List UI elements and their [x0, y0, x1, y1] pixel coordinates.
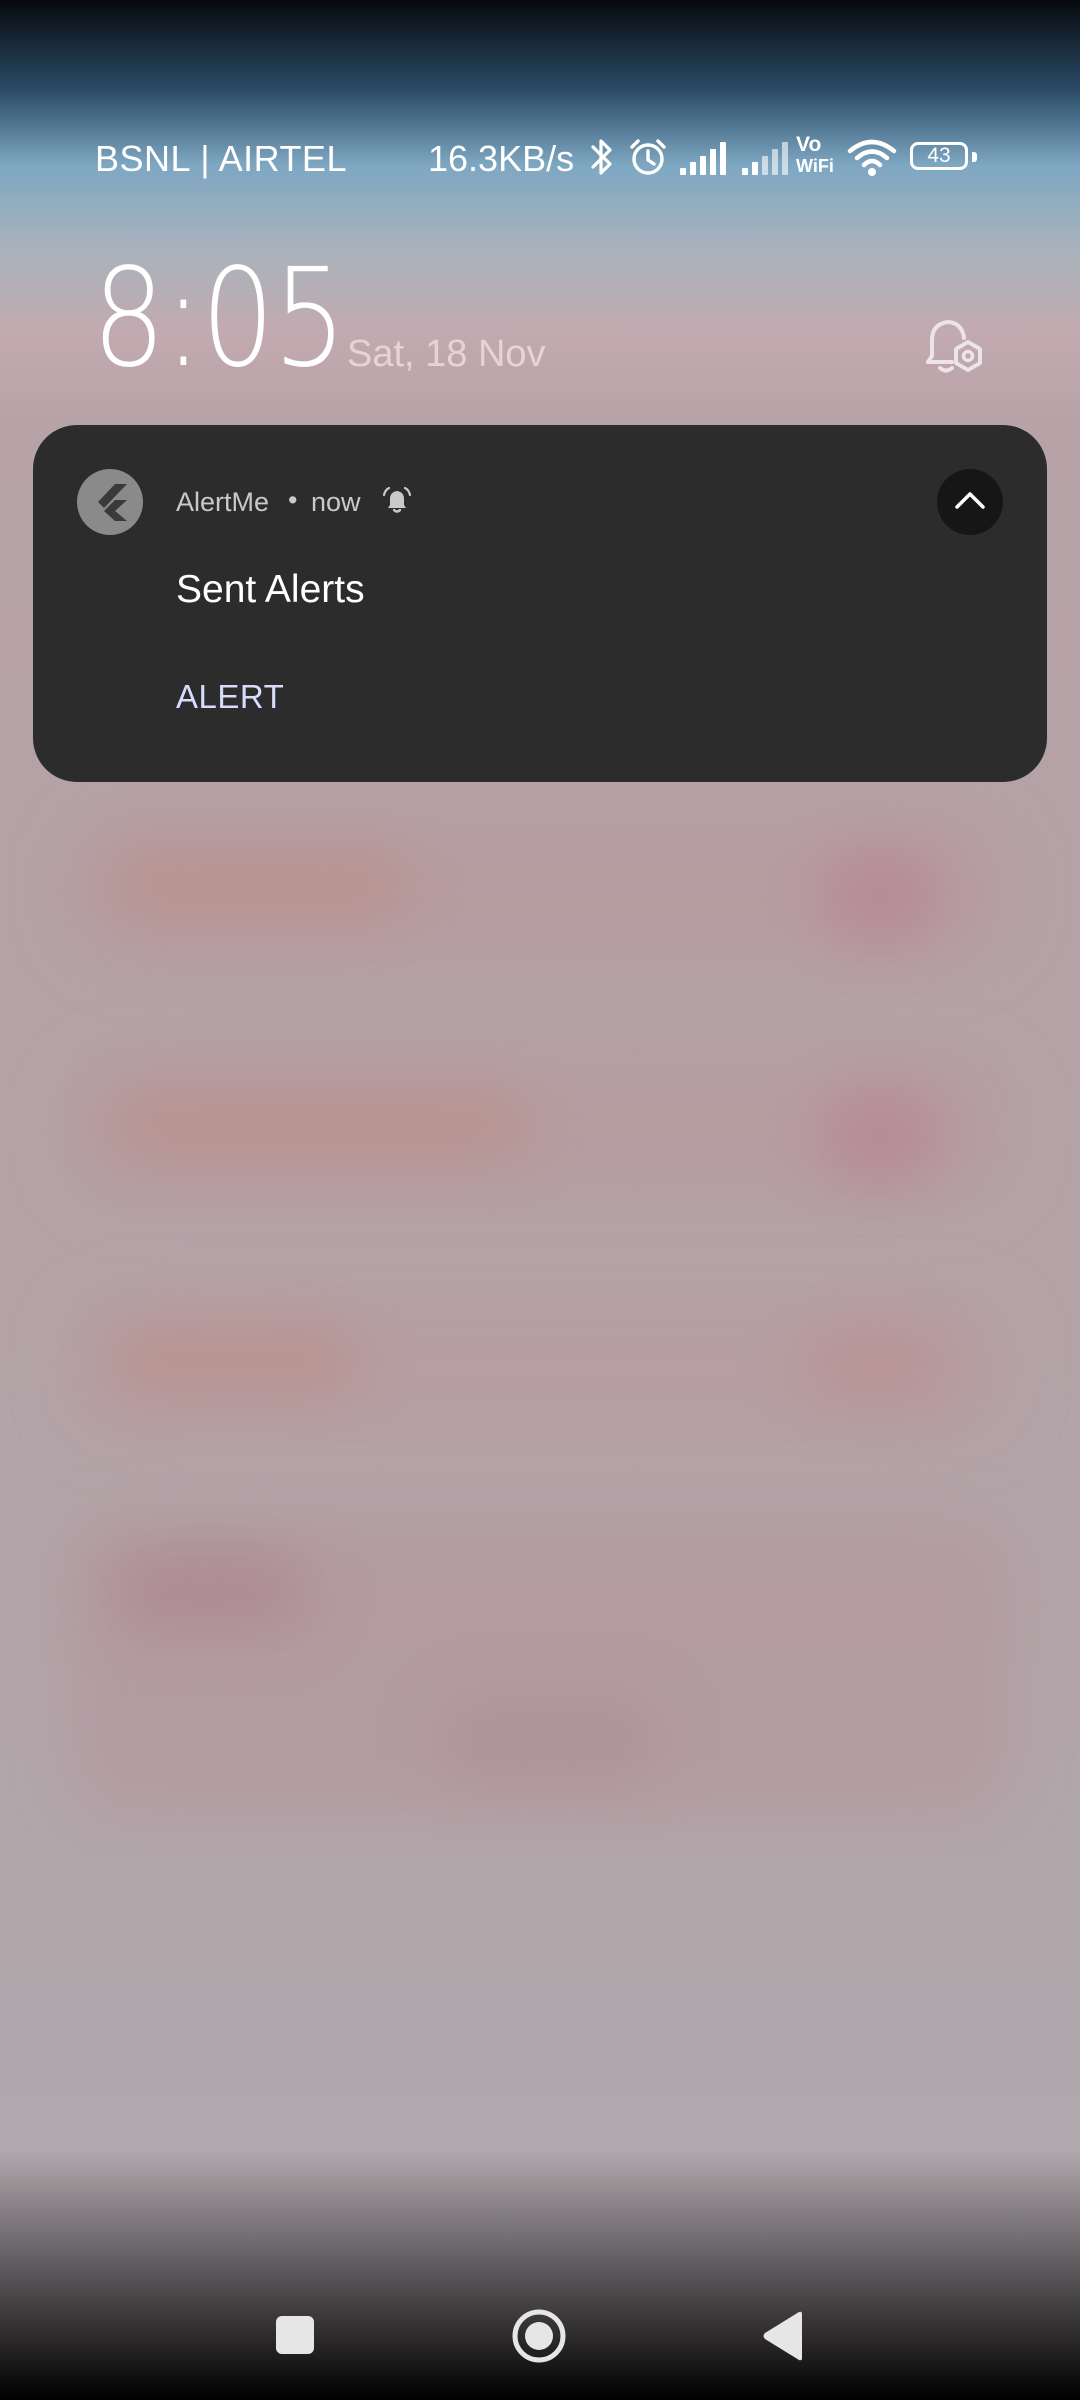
carrier-label: BSNL | AIRTEL: [95, 138, 347, 179]
square-icon: [276, 2316, 314, 2354]
bluetooth-icon: [591, 139, 612, 175]
signal-sim2-icon: [742, 142, 788, 175]
lockscreen-date: Sat, 18 Nov: [347, 333, 546, 375]
wifi-icon: [847, 139, 897, 176]
recents-button[interactable]: [275, 2315, 315, 2355]
notification-timestamp: now: [311, 487, 361, 517]
triangle-back-icon: [763, 2311, 802, 2361]
notification-app-name: AlertMe: [176, 487, 270, 517]
home-button[interactable]: [510, 2307, 568, 2365]
notification-settings-icon[interactable]: [918, 312, 988, 378]
notification-title: Sent Alerts: [176, 568, 365, 611]
navigation-bar: [0, 2270, 1080, 2400]
circle-icon: [512, 2309, 566, 2363]
battery-nub: [972, 152, 977, 162]
lockscreen-clock: 8:05: [92, 240, 346, 398]
flutter-logo-icon: [77, 469, 143, 535]
back-button[interactable]: [760, 2310, 806, 2362]
vowifi-icon: Vo WiFi: [796, 133, 834, 176]
alarm-icon: [630, 139, 666, 175]
collapse-button[interactable]: [937, 469, 1003, 535]
battery-icon: 43: [910, 142, 968, 170]
notification-card[interactable]: AlertMe • now Sent Alerts ALERT: [33, 425, 1047, 782]
status-bar: BSNL | AIRTEL 16.3KB/s Vo WiFi 43: [0, 120, 1080, 200]
signal-sim1-icon: [680, 142, 726, 175]
alert-action-button[interactable]: ALERT: [176, 678, 284, 716]
network-speed: 16.3KB/s: [428, 138, 575, 179]
battery-level: 43: [927, 144, 951, 167]
separator-dot: •: [288, 485, 298, 515]
bell-icon: [382, 486, 412, 513]
chevron-up-icon: [955, 492, 985, 509]
